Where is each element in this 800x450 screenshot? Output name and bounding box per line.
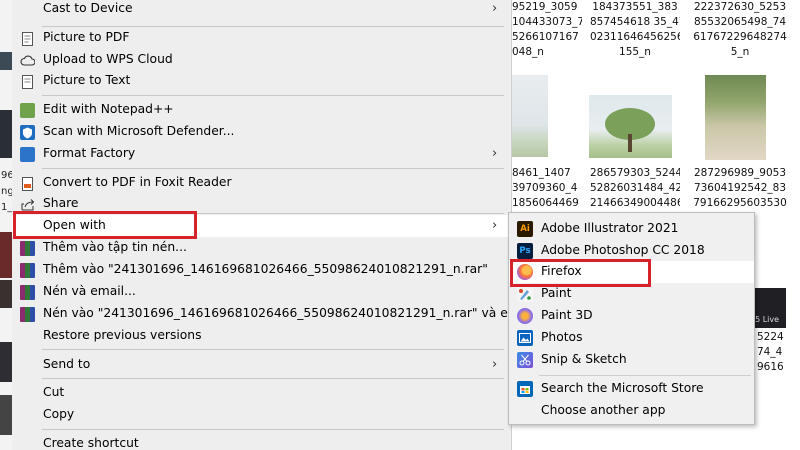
thumbnail-fragment [0, 395, 12, 435]
submenu-separator [539, 375, 751, 376]
thumbnail-tree-trunk [628, 134, 632, 152]
file-name[interactable]: 5224 74_4 9616 [757, 330, 793, 375]
menu-item-picture-to-text[interactable]: Picture to Text [12, 70, 512, 92]
menu-item-label: Picture to PDF [43, 30, 130, 44]
menu-item-label: Convert to PDF in Foxit Reader [43, 175, 232, 189]
menu-item-edit-with-notepad[interactable]: Edit with Notepad++ [12, 99, 512, 121]
menu-item-label: Thêm vào tập tin nén... [43, 240, 187, 254]
paint-icon [517, 286, 533, 302]
photos-icon [517, 330, 533, 346]
menu-item-create-shortcut[interactable]: Create shortcut [12, 433, 512, 450]
menu-item-label: Share [43, 196, 79, 210]
menu-item-cut[interactable]: Cut [12, 382, 512, 404]
menu-item-label: Restore previous versions [43, 328, 202, 342]
winrar-icon [20, 263, 35, 278]
submenu-item-adobe-illustrator[interactable]: Ai Adobe Illustrator 2021 [509, 218, 754, 240]
menu-item-scan-with-defender[interactable]: Scan with Microsoft Defender... [12, 121, 512, 143]
submenu-item-label: Adobe Photoshop CC 2018 [541, 243, 705, 257]
submenu-item-label: Paint 3D [541, 308, 593, 322]
menu-separator [42, 95, 504, 96]
submenu-item-search-store[interactable]: Search the Microsoft Store [509, 378, 754, 400]
menu-item-label: Scan with Microsoft Defender... [43, 124, 235, 138]
thumbnail-fragment [0, 232, 12, 278]
submenu-item-choose-another-app[interactable]: Choose another app [509, 400, 754, 422]
text-doc-icon [20, 74, 35, 89]
shield-icon [20, 125, 35, 140]
menu-separator [42, 349, 504, 350]
file-name[interactable]: 95219_3059104433073_745266107167048_n [512, 0, 582, 60]
thumbnail-fragment [0, 52, 12, 70]
microsoft-store-icon [517, 381, 533, 397]
thumbnail-fragment [0, 342, 12, 382]
submenu-item-label: Choose another app [541, 403, 666, 417]
menu-item-restore-previous-versions[interactable]: Restore previous versions [12, 325, 512, 347]
winrar-icon [20, 285, 35, 300]
menu-item-label: Upload to WPS Cloud [43, 52, 173, 66]
thumbnail-fragment [0, 110, 12, 158]
submenu-item-label: Snip & Sketch [541, 352, 627, 366]
pdf-icon [20, 31, 35, 46]
chevron-right-icon: › [492, 357, 498, 372]
menu-item-copy[interactable]: Copy [12, 404, 512, 426]
file-name[interactable]: 222372630_5253 85532065498_74 617672296482… [692, 0, 788, 60]
menu-item-cast-to-device[interactable]: Cast to Device › [12, 0, 512, 20]
chevron-right-icon: › [492, 218, 498, 233]
menu-item-label: Send to [43, 357, 91, 371]
highlight-box-firefox [510, 259, 651, 287]
file-name[interactable]: 8461_1407 39709360_4 1856064469 [512, 166, 582, 211]
paint-3d-icon [517, 308, 533, 324]
submenu-item-snip-and-sketch[interactable]: Snip & Sketch [509, 349, 754, 371]
file-name[interactable]: 286579303_5244 52826031484_42 214663490044… [590, 166, 680, 211]
submenu-item-paint-3d[interactable]: Paint 3D [509, 305, 754, 327]
submenu-item-label: Paint [541, 286, 572, 300]
menu-item-add-to-rar[interactable]: Thêm vào "241301696_146169681026466_5509… [12, 259, 512, 281]
menu-item-compress-and-email[interactable]: Nén và email... [12, 281, 512, 303]
menu-item-format-factory[interactable]: Format Factory › [12, 143, 512, 165]
winrar-icon [20, 241, 35, 256]
menu-separator [42, 429, 504, 430]
submenu-item-label: Search the Microsoft Store [541, 381, 704, 395]
file-name[interactable]: 184373551_383 857454618 35_47 023116464562… [590, 0, 680, 60]
menu-item-label: Cast to Device [43, 1, 133, 15]
notepad-plus-plus-icon [20, 103, 35, 118]
thumbnail-fragment [0, 280, 12, 308]
menu-item-label: Nén vào "241301696_146169681026466_55098… [43, 306, 535, 320]
menu-item-convert-to-pdf-foxit[interactable]: Convert to PDF in Foxit Reader [12, 172, 512, 194]
menu-separator [42, 378, 504, 379]
menu-item-label: Copy [43, 407, 75, 421]
highlight-box-open-with [13, 211, 197, 239]
scissors-icon [517, 352, 533, 368]
menu-item-compress-to-rar-and-email[interactable]: Nén vào "241301696_146169681026466_55098… [12, 303, 534, 325]
open-with-submenu: Ai Adobe Illustrator 2021 Ps Adobe Photo… [508, 212, 755, 425]
photoshop-icon: Ps [517, 243, 533, 259]
menu-item-upload-to-wps-cloud[interactable]: Upload to WPS Cloud [12, 49, 512, 71]
menu-separator [42, 168, 504, 169]
submenu-item-label: Adobe Illustrator 2021 [541, 221, 679, 235]
cloud-icon [20, 53, 35, 68]
submenu-item-label: Photos [541, 330, 583, 344]
menu-item-picture-to-pdf[interactable]: Picture to PDF [12, 27, 512, 49]
format-factory-icon [20, 147, 35, 162]
menu-item-label: Create shortcut [43, 436, 139, 450]
menu-item-label: Nén và email... [43, 284, 136, 298]
illustrator-icon: Ai [517, 221, 533, 237]
explorer-left-strip: 96 ng 1_n [0, 0, 19, 450]
foxit-pdf-icon [20, 176, 35, 191]
menu-item-send-to[interactable]: Send to › [12, 354, 512, 376]
submenu-item-photos[interactable]: Photos [509, 327, 754, 349]
menu-item-label: Format Factory [43, 146, 136, 160]
winrar-icon [20, 307, 35, 322]
menu-item-label: Thêm vào "241301696_146169681026466_5509… [43, 262, 488, 276]
file-name[interactable]: 287296989_9053 73604192542_83 791662956035… [692, 166, 788, 211]
menu-item-add-to-archive[interactable]: Thêm vào tập tin nén... [12, 237, 512, 259]
menu-item-label: Cut [43, 385, 65, 399]
chevron-right-icon: › [492, 1, 498, 16]
image-thumbnail[interactable] [512, 75, 548, 157]
chevron-right-icon: › [492, 146, 498, 161]
image-thumbnail[interactable] [705, 75, 766, 160]
menu-item-label: Edit with Notepad++ [43, 102, 174, 116]
menu-item-label: Picture to Text [43, 73, 131, 87]
share-icon [20, 197, 35, 212]
